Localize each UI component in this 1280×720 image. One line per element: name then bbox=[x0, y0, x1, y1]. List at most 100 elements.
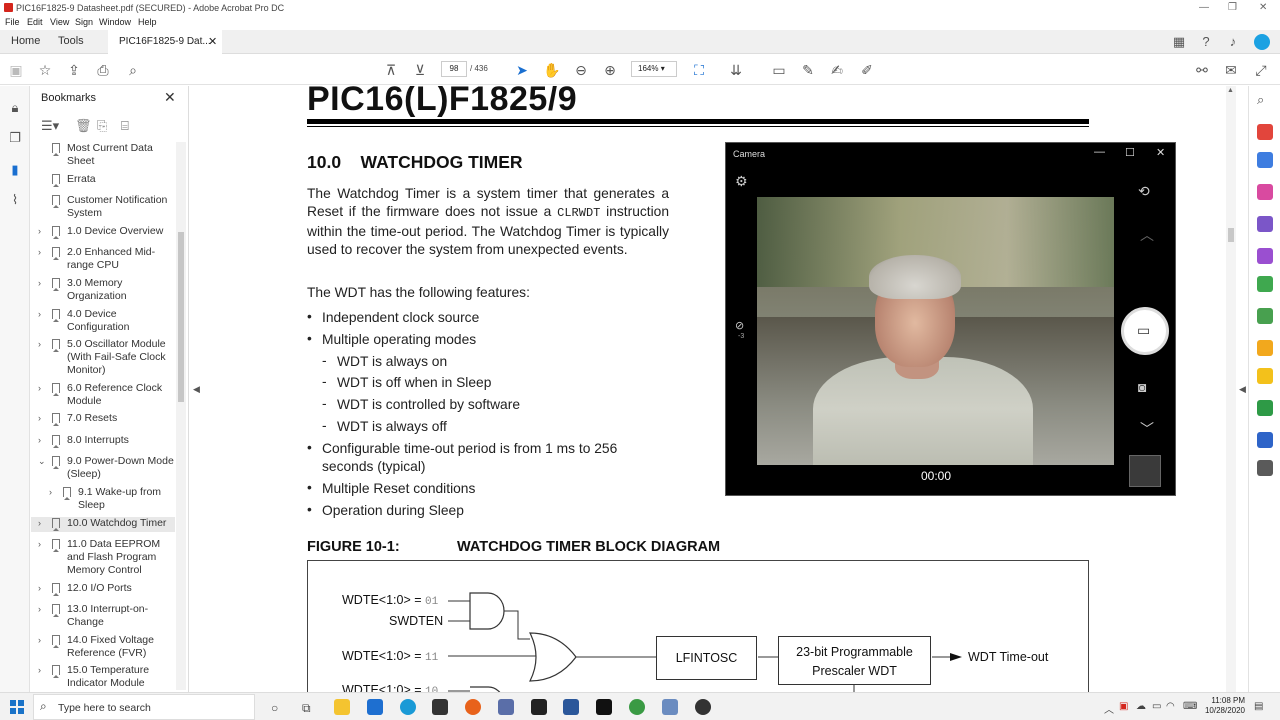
bookmark-item[interactable]: › 14.0 Fixed Voltage Reference (FVR) bbox=[31, 634, 175, 662]
bookmark-item[interactable]: Customer Notification System bbox=[31, 194, 175, 222]
edge-icon[interactable] bbox=[400, 699, 416, 715]
compare-icon[interactable] bbox=[1257, 308, 1273, 324]
chevron-right-icon[interactable]: › bbox=[38, 382, 41, 395]
find-bookmark-icon[interactable]: ⌸ bbox=[121, 118, 129, 134]
chevron-right-icon[interactable]: › bbox=[38, 538, 41, 551]
word-icon[interactable] bbox=[563, 699, 579, 715]
add-comment-icon[interactable]: ▭ bbox=[770, 61, 788, 79]
cloud-icon[interactable]: ☁ bbox=[1136, 701, 1146, 712]
lock-icon[interactable]: 🔒︎ bbox=[7, 100, 23, 116]
organize-pages-icon[interactable] bbox=[1257, 216, 1273, 232]
bookmark-item[interactable]: › 2.0 Enhanced Mid-range CPU bbox=[31, 246, 175, 274]
shield-icon[interactable] bbox=[1257, 432, 1273, 448]
firefox-icon[interactable] bbox=[465, 699, 481, 715]
store-icon[interactable] bbox=[432, 699, 448, 715]
options-menu-icon[interactable]: ☰▾ bbox=[41, 118, 59, 134]
camera-app-icon[interactable] bbox=[662, 699, 678, 715]
print-production-icon[interactable] bbox=[1257, 400, 1273, 416]
close-window-button[interactable]: ✕ bbox=[1259, 2, 1267, 13]
app-icon-5[interactable] bbox=[695, 699, 711, 715]
bookmark-item[interactable]: › 10.0 Watchdog Timer bbox=[31, 517, 175, 532]
create-pdf-icon[interactable] bbox=[1257, 152, 1273, 168]
bookmarks-icon[interactable]: ▮ bbox=[7, 162, 23, 178]
hand-tool-icon[interactable]: ✋ bbox=[543, 61, 561, 79]
network-icon[interactable]: ◠ bbox=[1166, 701, 1175, 712]
bookmark-item[interactable]: › 5.0 Oscillator Module (With Fail-Safe C… bbox=[31, 338, 175, 379]
chevron-right-icon[interactable]: › bbox=[38, 225, 41, 238]
export-pdf-icon[interactable] bbox=[1257, 124, 1273, 140]
chevron-right-icon[interactable]: › bbox=[38, 246, 41, 259]
previous-page-icon[interactable]: ⊼ bbox=[382, 61, 400, 79]
menu-sign[interactable]: Sign bbox=[75, 17, 93, 27]
bookmarks-close-icon[interactable]: ✕ bbox=[164, 89, 176, 106]
bookmark-item[interactable]: › 1.0 Device Overview bbox=[31, 225, 175, 240]
menu-view[interactable]: View bbox=[50, 17, 69, 27]
page-number-input[interactable]: 98 bbox=[441, 61, 467, 77]
bookmark-item[interactable]: › 15.0 Temperature Indicator Module bbox=[31, 664, 175, 692]
comment-icon[interactable]: ▦ bbox=[1171, 34, 1187, 50]
collapse-panel-icon[interactable]: ◀ bbox=[193, 384, 200, 395]
bookmark-item[interactable]: › 9.1 Wake-up from Sleep bbox=[31, 486, 175, 514]
document-scrollbar[interactable]: ▲ bbox=[1226, 86, 1236, 692]
draw-icon[interactable]: ✍ bbox=[828, 61, 846, 79]
edit-pdf-icon[interactable] bbox=[1257, 184, 1273, 200]
file-explorer-icon[interactable] bbox=[334, 699, 350, 715]
bookmark-item[interactable]: › 4.0 Device Configuration bbox=[31, 308, 175, 336]
chevron-right-icon[interactable]: › bbox=[38, 603, 41, 616]
tab-close-icon[interactable]: ✕ bbox=[208, 35, 217, 48]
photo-mode-icon[interactable]: ◙ bbox=[1138, 379, 1146, 395]
taskbar-search[interactable]: ⌕ Type here to search bbox=[33, 694, 255, 720]
zoom-out-icon[interactable]: ⊖ bbox=[572, 61, 590, 79]
record-video-button[interactable]: ▭ bbox=[1121, 307, 1169, 355]
search-icon[interactable]: ⌕ bbox=[124, 61, 142, 79]
bookmark-item[interactable]: Errata bbox=[31, 173, 175, 188]
bookmark-item[interactable]: › 11.0 Data EEPROM and Flash Program Memo… bbox=[31, 538, 175, 580]
brightness-icon[interactable]: ⊘ bbox=[735, 319, 744, 332]
battery-icon[interactable]: ▭ bbox=[1152, 701, 1161, 712]
link-icon[interactable]: ⚯ bbox=[1193, 61, 1211, 79]
bookmark-item[interactable]: › 7.0 Resets bbox=[31, 412, 175, 427]
tab-home[interactable]: Home bbox=[11, 35, 40, 47]
bookmark-item[interactable]: › 8.0 Interrupts bbox=[31, 434, 175, 449]
acrobat-tray-icon[interactable]: ▣ bbox=[1119, 701, 1128, 712]
chevron-right-icon[interactable]: › bbox=[49, 486, 52, 499]
chevron-right-icon[interactable]: › bbox=[38, 517, 41, 530]
comment-tool-icon[interactable] bbox=[1257, 368, 1273, 384]
chevron-right-icon[interactable]: › bbox=[38, 308, 41, 321]
chevron-right-icon[interactable]: › bbox=[38, 434, 41, 447]
camera-minimize-button[interactable]: — bbox=[1094, 146, 1105, 158]
tray-chevron-up-icon[interactable]: ︿ bbox=[1104, 701, 1114, 716]
minimize-button[interactable]: — bbox=[1199, 2, 1209, 13]
app-icon-2[interactable] bbox=[531, 699, 547, 715]
select-cursor-icon[interactable]: ➤ bbox=[513, 61, 531, 79]
bell-icon[interactable]: ♪ bbox=[1225, 34, 1241, 50]
chevron-right-icon[interactable]: › bbox=[38, 277, 41, 290]
bookmarks-scrollbar[interactable] bbox=[176, 142, 186, 690]
bookmark-item[interactable]: › 3.0 Memory Organization bbox=[31, 277, 175, 305]
scroll-up-icon[interactable]: ▲ bbox=[1227, 87, 1234, 94]
app-icon-4[interactable] bbox=[629, 699, 645, 715]
upload-icon[interactable]: ⇪ bbox=[65, 61, 83, 79]
scan-icon[interactable] bbox=[1257, 276, 1273, 292]
zoom-icon[interactable]: ⌕ bbox=[1257, 92, 1264, 108]
email-icon[interactable]: ✉ bbox=[1222, 61, 1240, 79]
camera-settings-icon[interactable]: ⚙ bbox=[735, 173, 748, 190]
bookmark-item[interactable]: Most Current Data Sheet bbox=[31, 142, 175, 170]
chevron-down-icon[interactable]: ﹀ bbox=[1140, 419, 1154, 439]
camera-maximize-button[interactable]: ☐ bbox=[1125, 146, 1135, 159]
chevron-right-icon[interactable]: › bbox=[38, 664, 41, 677]
chevron-up-icon[interactable]: ︿ bbox=[1140, 225, 1154, 245]
save-icon[interactable]: ▣ bbox=[7, 61, 25, 79]
delete-bookmark-icon[interactable]: 🗑︎ bbox=[75, 118, 92, 134]
scroll-mode-icon[interactable]: ⇊ bbox=[727, 61, 745, 79]
protect-icon[interactable] bbox=[1257, 340, 1273, 356]
bookmark-star-icon[interactable]: ☆ bbox=[36, 61, 54, 79]
notifications-icon[interactable]: ▤ bbox=[1254, 701, 1263, 712]
bookmark-item[interactable]: › 12.0 I/O Ports bbox=[31, 582, 175, 597]
menu-edit[interactable]: Edit bbox=[27, 17, 43, 27]
chevron-down-icon[interactable]: ⌄ bbox=[38, 455, 46, 468]
bookmarks-scroll-thumb[interactable] bbox=[178, 232, 184, 402]
attachments-icon[interactable]: ⌇ bbox=[7, 192, 23, 208]
fit-page-icon[interactable]: ⛶ bbox=[690, 61, 708, 79]
switch-camera-icon[interactable]: ⟲ bbox=[1138, 183, 1150, 200]
